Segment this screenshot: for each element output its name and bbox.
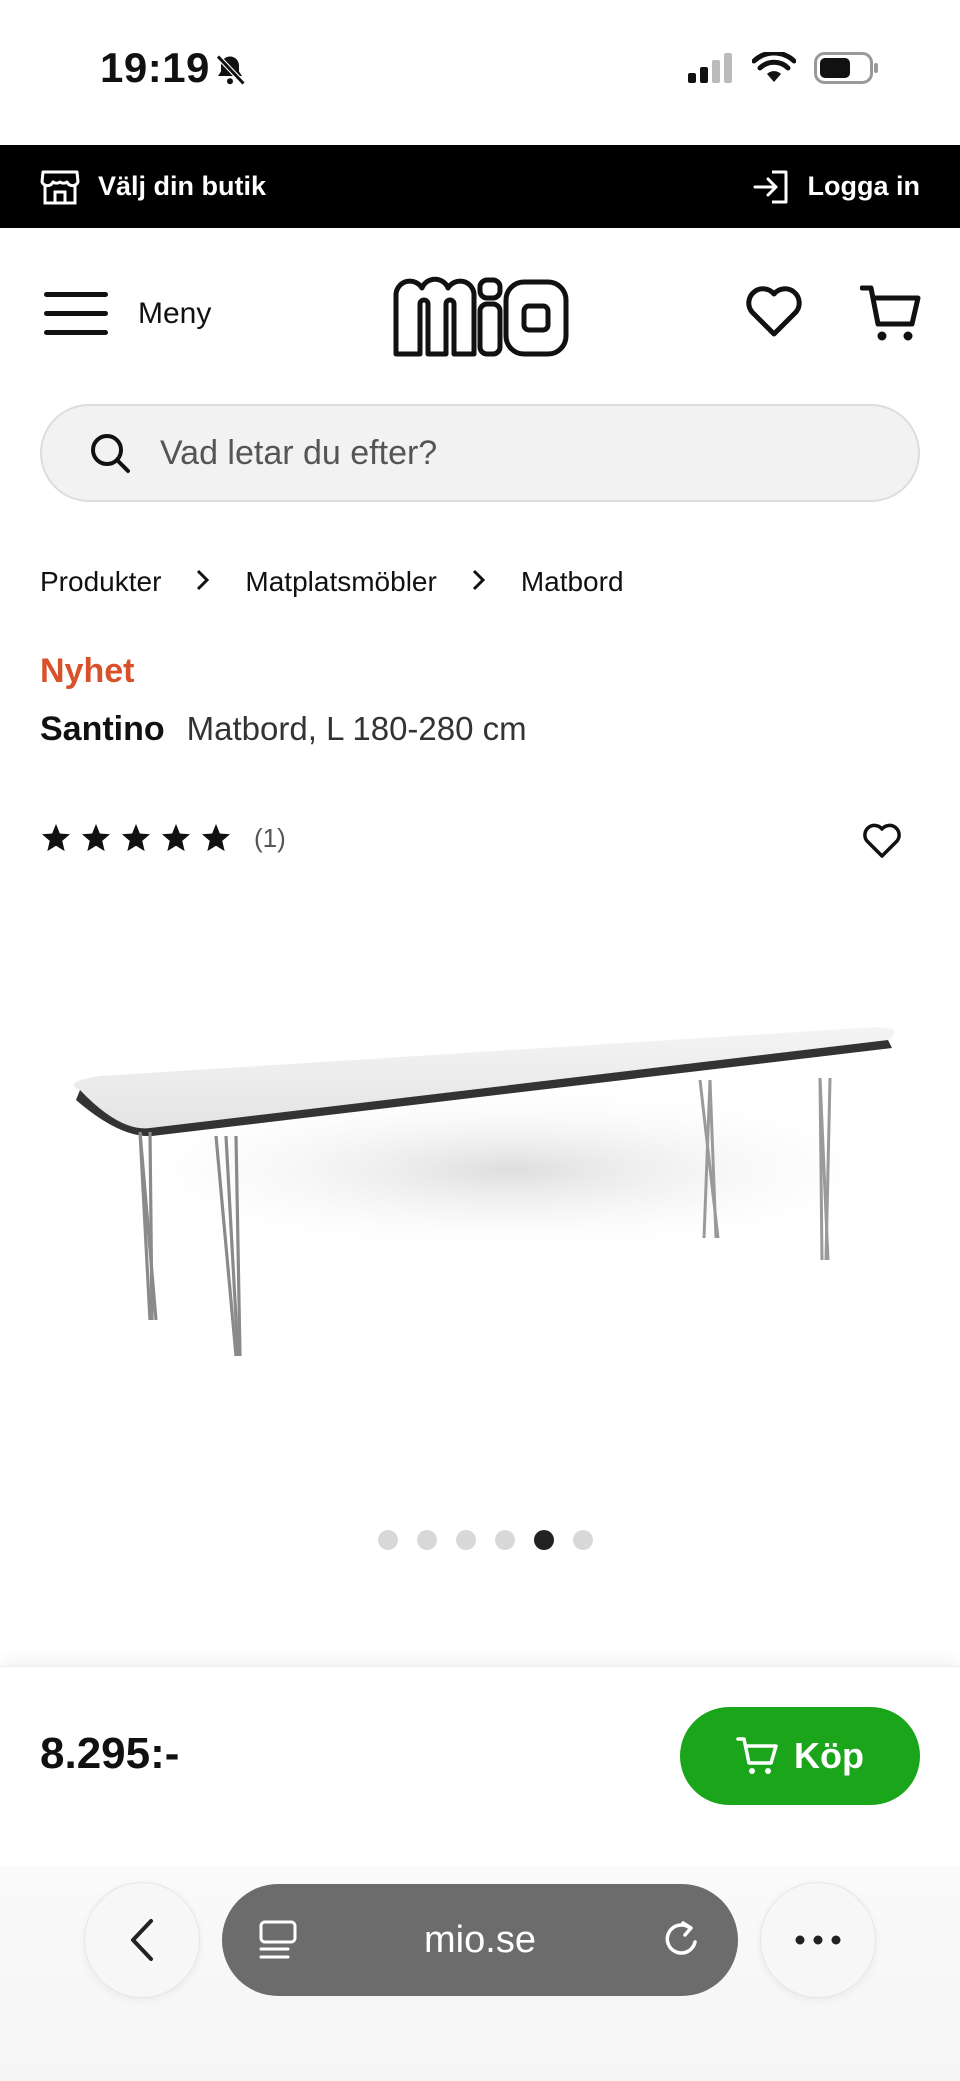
buy-label: Köp [794,1735,864,1776]
choose-store-button[interactable]: Välj din butik [40,168,266,206]
login-label: Logga in [807,171,920,201]
breadcrumb-item-dining-tables[interactable]: Matbord [521,566,624,598]
cart-icon [736,1737,778,1774]
back-icon [131,1919,153,1961]
bell-slash-icon [216,54,246,86]
star-icon [82,824,110,852]
top-bar: Välj din butik Logga in [0,145,960,228]
cart-icon[interactable] [860,284,922,344]
carousel-dot[interactable] [377,1530,398,1550]
heart-icon[interactable] [745,284,803,338]
site-header: Meny [0,228,960,403]
mio-logo[interactable] [392,276,570,358]
more-icon [795,1935,841,1945]
carousel-dot-active[interactable] [533,1530,554,1550]
browser-toolbar: mio.se [0,1866,960,2081]
product-description: Matbord, L 180-280 cm [186,710,527,747]
search-input[interactable] [160,433,860,473]
hamburger-icon [44,292,108,335]
product-title: Santino Matbord, L 180-280 cm [40,710,527,749]
url-bar[interactable]: mio.se [222,1884,738,1996]
star-icon [122,824,150,852]
status-icons [688,52,880,84]
breadcrumb: Produkter Matplatsmöbler Matbord [40,566,624,598]
status-bar: 19:19 [0,0,960,145]
carousel-dot[interactable] [416,1530,437,1550]
rating[interactable]: (1) [40,822,286,854]
reload-icon[interactable] [662,1920,702,1960]
image-carousel-dots [0,1530,960,1550]
product-name: Santino [40,710,165,748]
battery-icon [814,52,878,84]
new-badge: Nyhet [40,652,135,690]
price-bar: 8.295:- Köp [0,1666,960,1866]
product-image-table[interactable] [40,960,920,1420]
product-price: 8.295:- [40,1729,180,1778]
star-icon [162,824,190,852]
breadcrumb-item-dining-furniture[interactable]: Matplatsmöbler [245,566,436,598]
chevron-right-icon [471,566,487,598]
menu-label: Meny [138,297,212,330]
more-button[interactable] [760,1882,876,1998]
favorite-heart-icon[interactable] [862,822,902,860]
rating-count: (1) [254,822,286,853]
buy-button[interactable]: Köp [680,1707,920,1805]
url-text: mio.se [424,1918,536,1961]
tabs-icon[interactable] [258,1920,298,1960]
back-button[interactable] [84,1882,200,1998]
carousel-dot[interactable] [455,1530,476,1550]
star-icon [42,824,70,852]
search-icon [91,434,130,473]
cellular-signal-icon [688,53,732,83]
carousel-dot[interactable] [572,1530,593,1550]
search-bar[interactable] [40,404,920,502]
menu-button[interactable]: Meny [44,290,211,338]
store-icon [40,170,80,204]
breadcrumb-item-products[interactable]: Produkter [40,566,161,598]
star-icon [202,824,230,852]
page: 19:19 Välj din butik Logga in Meny Vad l… [0,0,960,2081]
carousel-dot[interactable] [494,1530,515,1550]
choose-store-label: Välj din butik [98,171,267,201]
status-time: 19:19 [100,44,210,91]
login-icon [753,170,788,203]
login-button[interactable]: Logga in [752,169,920,205]
wifi-icon [752,52,796,82]
chevron-right-icon [195,566,211,598]
